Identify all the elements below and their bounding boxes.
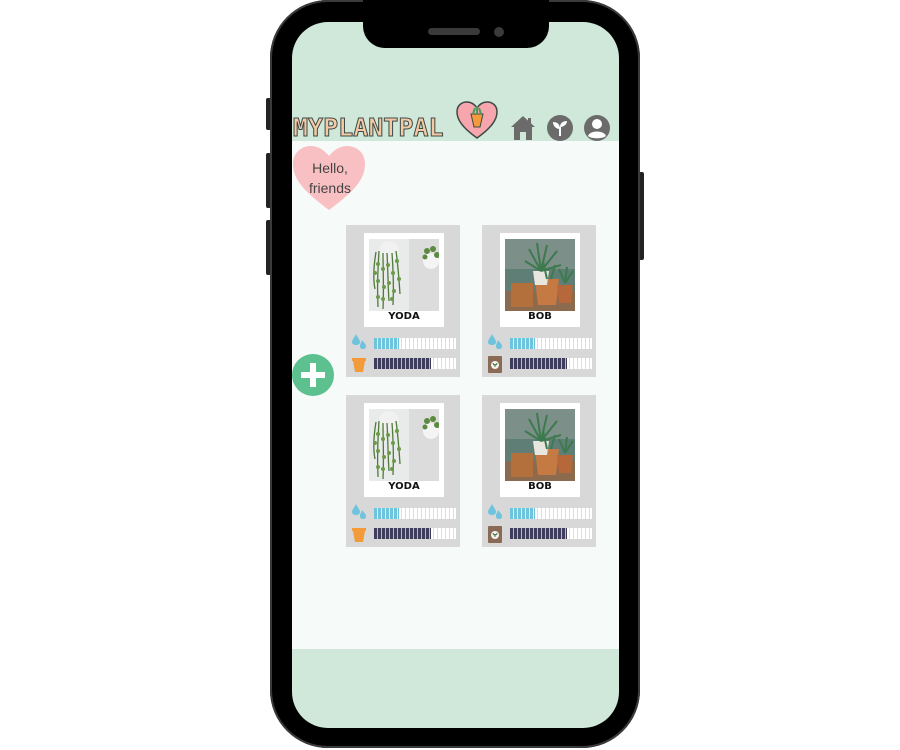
plant-card-bob[interactable]: BOB <box>482 395 596 547</box>
food-level-fill <box>374 528 432 539</box>
pot-icon <box>352 528 366 542</box>
plant-polaroid: BOB <box>500 233 580 327</box>
heart-carrot-logo-icon <box>456 101 498 139</box>
profile-icon[interactable] <box>583 114 611 142</box>
plant-photo <box>505 239 575 311</box>
plant-polaroid: BOB <box>500 403 580 497</box>
greeting-line-2: friends <box>308 180 352 196</box>
plant-name: YODA <box>388 481 420 492</box>
food-level-bar <box>510 528 592 539</box>
app-logo-text: MYPLANTPAL <box>293 113 445 143</box>
water-level-bar <box>374 508 456 519</box>
water-level-fill <box>374 508 399 519</box>
water-level-bar <box>374 338 456 349</box>
food-level-bar <box>374 358 456 369</box>
water-drops-icon <box>488 504 502 519</box>
plant-photo <box>369 239 439 311</box>
food-level-bar <box>510 358 592 369</box>
plant-name: YODA <box>388 311 420 322</box>
soil-bag-icon <box>488 526 502 543</box>
pot-icon <box>352 358 366 372</box>
water-drops-icon <box>488 334 502 349</box>
plant-card-bob[interactable]: BOB <box>482 225 596 377</box>
food-level-bar <box>374 528 456 539</box>
home-icon[interactable] <box>509 114 537 142</box>
water-drops-icon <box>352 504 366 519</box>
food-level-fill <box>374 358 432 369</box>
soil-bag-icon <box>488 356 502 373</box>
water-level-fill <box>510 338 535 349</box>
water-level-fill <box>374 338 399 349</box>
water-drops-icon <box>352 334 366 349</box>
water-level-fill <box>510 508 535 519</box>
plant-polaroid: YODA <box>364 233 444 327</box>
water-level-bar <box>510 508 592 519</box>
water-level-bar <box>510 338 592 349</box>
plant-photo <box>369 409 439 481</box>
plant-icon[interactable] <box>546 114 574 142</box>
front-camera <box>494 27 504 37</box>
notch <box>363 0 549 48</box>
plant-photo <box>505 409 575 481</box>
greeting-message: Hello, friends <box>298 158 362 198</box>
speaker-grille <box>428 28 480 35</box>
add-plant-button[interactable] <box>292 354 334 396</box>
greeting-line-1: Hello, <box>312 160 348 176</box>
food-level-fill <box>510 358 568 369</box>
plant-card-yoda[interactable]: YODA <box>346 395 460 547</box>
plant-card-yoda[interactable]: YODA <box>346 225 460 377</box>
plant-name: BOB <box>528 481 552 492</box>
plant-polaroid: YODA <box>364 403 444 497</box>
plant-name: BOB <box>528 311 552 322</box>
food-level-fill <box>510 528 568 539</box>
